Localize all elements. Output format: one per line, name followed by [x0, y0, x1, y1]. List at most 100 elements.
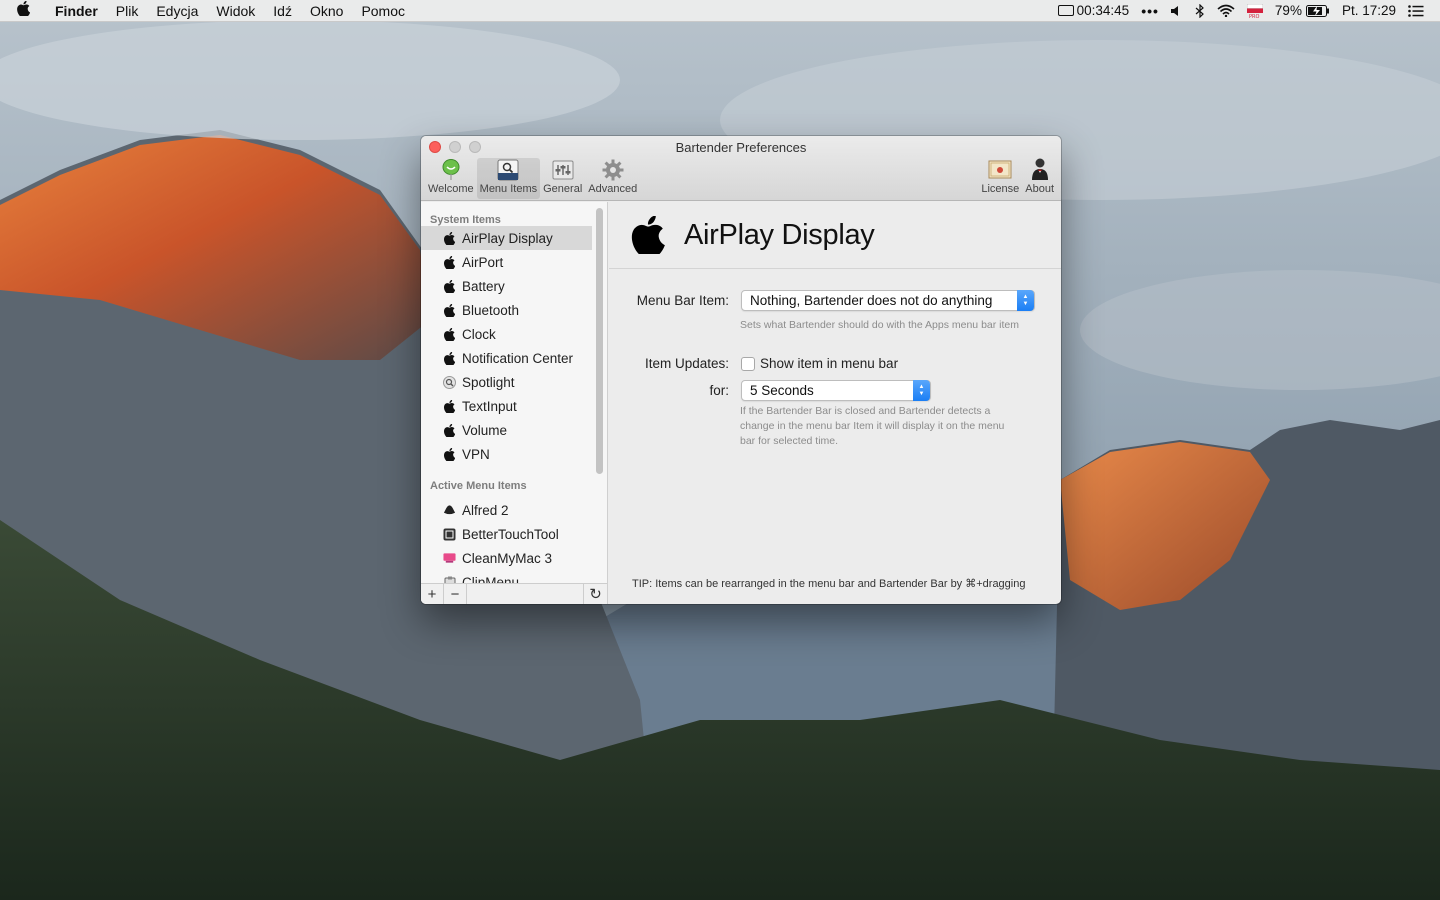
- general-icon: [550, 158, 576, 181]
- flag-pro-icon[interactable]: PRO: [1246, 3, 1263, 18]
- battery-percent: 79%: [1274, 3, 1302, 18]
- menu-clock[interactable]: Pt. 17:29: [1342, 3, 1396, 18]
- list-item-notification-center[interactable]: Notification Center: [421, 346, 592, 370]
- menu-plik[interactable]: Plik: [107, 0, 148, 22]
- alfred-hat-icon: [443, 503, 456, 517]
- menu-idz[interactable]: Idź: [264, 0, 301, 22]
- duration-hint-line: change in the menu bar Item it will disp…: [740, 420, 1005, 432]
- menu-finder[interactable]: Finder: [46, 0, 107, 22]
- list-item-label: Alfred 2: [462, 502, 509, 518]
- bluetooth-icon[interactable]: [1195, 3, 1205, 18]
- menu-bar-item-popup[interactable]: Nothing, Bartender does not do anything …: [741, 290, 1035, 311]
- gear-icon: [600, 158, 626, 181]
- apple-icon: [443, 351, 456, 365]
- list-item-clock[interactable]: Clock: [421, 322, 592, 346]
- list-item-alfred-2[interactable]: Alfred 2: [421, 498, 592, 522]
- menu-widok[interactable]: Widok: [207, 0, 264, 22]
- menu-items-list[interactable]: System Items AirPlay Display AirPort Bat…: [421, 202, 607, 583]
- tab-about[interactable]: About: [1022, 158, 1057, 199]
- battery-status-item[interactable]: 79%: [1275, 3, 1330, 18]
- add-item-button[interactable]: +: [421, 584, 444, 604]
- apple-icon: [443, 231, 456, 245]
- wifi-icon[interactable]: [1217, 4, 1235, 17]
- volume-icon[interactable]: [1170, 5, 1183, 17]
- notification-center-icon[interactable]: [1408, 4, 1424, 17]
- list-item-label: AirPort: [462, 254, 504, 270]
- popup-chevron-icon: ▲ ▼: [913, 380, 930, 401]
- list-item-battery[interactable]: Battery: [421, 274, 592, 298]
- bartender-preferences-window: Bartender Preferences Welcome Menu Items…: [421, 136, 1061, 604]
- menu-bar-item-label: Menu Bar Item:: [636, 293, 729, 308]
- apple-icon: [443, 255, 456, 269]
- list-item-label: VPN: [462, 446, 490, 462]
- list-item-label: Battery: [462, 278, 505, 294]
- tab-menu-items[interactable]: Menu Items: [476, 158, 541, 199]
- timer-status-item[interactable]: 00:34:45: [1057, 3, 1129, 18]
- list-item-label: BetterTouchTool: [462, 526, 559, 542]
- list-item-airplay-display[interactable]: AirPlay Display: [421, 226, 592, 250]
- list-item-spotlight[interactable]: Spotlight: [421, 370, 592, 394]
- tab-about-label: About: [1025, 183, 1054, 195]
- show-in-menu-bar-checkbox[interactable]: [741, 356, 755, 371]
- apple-icon: [443, 279, 456, 293]
- apple-icon: [631, 216, 665, 254]
- menu-bar-item-hint: Sets what Bartender should do with the A…: [740, 319, 1019, 331]
- menu-pomoc[interactable]: Pomoc: [352, 0, 414, 22]
- for-duration-row: for: 5 Seconds ▲ ▼: [609, 380, 931, 401]
- tab-welcome[interactable]: Welcome: [425, 158, 477, 199]
- list-item-label: Clock: [462, 326, 496, 342]
- spotlight-icon: [443, 375, 456, 389]
- menu-items-sidebar: System Items AirPlay Display AirPort Bat…: [421, 202, 608, 604]
- bartender-person-icon: [1027, 157, 1053, 181]
- remove-item-button[interactable]: −: [444, 584, 467, 604]
- list-item-label: Notification Center: [462, 350, 574, 366]
- duration-hint-line: bar for selected time.: [740, 435, 839, 447]
- duration-hint-line: If the Bartender Bar is closed and Barte…: [740, 405, 991, 417]
- apple-icon: [443, 447, 456, 461]
- tab-general[interactable]: General: [540, 158, 585, 199]
- apple-icon: [443, 423, 456, 437]
- duration-popup[interactable]: 5 Seconds ▲ ▼: [741, 380, 931, 401]
- window-titlebar: Bartender Preferences Welcome Menu Items…: [421, 136, 1061, 201]
- duration-hint: If the Bartender Bar is closed and Barte…: [740, 404, 1004, 449]
- menu-bar-item-value: Nothing, Bartender does not do anything: [750, 293, 993, 308]
- list-item-vpn[interactable]: VPN: [421, 442, 592, 466]
- apple-icon: [443, 303, 456, 317]
- list-item-textinput[interactable]: TextInput: [421, 394, 592, 418]
- menu-okno[interactable]: Okno: [301, 0, 352, 22]
- refresh-button[interactable]: ↻: [584, 584, 607, 604]
- apple-icon: [443, 327, 456, 341]
- item-title: AirPlay Display: [684, 218, 875, 251]
- system-items-header: System Items: [430, 214, 501, 226]
- preferences-toolbar: Welcome Menu Items General Advanced Lice…: [425, 158, 1057, 200]
- item-updates-label: Item Updates:: [644, 356, 729, 371]
- list-item-label: ClipMenu: [462, 574, 520, 584]
- list-item-label: Volume: [462, 422, 508, 438]
- sidebar-scrollbar[interactable]: [596, 208, 603, 474]
- list-item-label: Spotlight: [462, 374, 515, 390]
- list-item-bettertouchtool[interactable]: BetterTouchTool: [421, 522, 592, 546]
- show-in-menu-bar-label: Show item in menu bar: [760, 356, 899, 371]
- tab-advanced-label: Advanced: [588, 183, 638, 195]
- bartender-dots-icon[interactable]: •••: [1141, 3, 1159, 19]
- tab-advanced[interactable]: Advanced: [585, 158, 640, 199]
- battery-icon: [1305, 4, 1329, 17]
- item-updates-row: Item Updates: Show item in menu bar: [609, 356, 898, 371]
- menu-items-icon: [495, 158, 521, 181]
- list-item-label: AirPlay Display: [462, 230, 553, 246]
- menu-edycja[interactable]: Edycja: [147, 0, 207, 22]
- active-menu-items-header: Active Menu Items: [430, 480, 527, 492]
- welcome-icon: [438, 158, 464, 181]
- list-item-clipmenu[interactable]: ClipMenu: [421, 570, 592, 583]
- tab-license-label: License: [981, 183, 1020, 195]
- list-item-airport[interactable]: AirPort: [421, 250, 592, 274]
- tab-general-label: General: [543, 183, 583, 195]
- menu-bar-item-row: Menu Bar Item: Nothing, Bartender does n…: [609, 290, 1035, 311]
- list-item-volume[interactable]: Volume: [421, 418, 592, 442]
- item-header: AirPlay Display: [609, 202, 1061, 269]
- list-item-cleanmymac-3[interactable]: CleanMyMac 3: [421, 546, 592, 570]
- timer-icon: [1057, 5, 1074, 16]
- apple-menu-icon[interactable]: [0, 0, 46, 20]
- list-item-bluetooth[interactable]: Bluetooth: [421, 298, 592, 322]
- tab-license[interactable]: License: [978, 158, 1022, 199]
